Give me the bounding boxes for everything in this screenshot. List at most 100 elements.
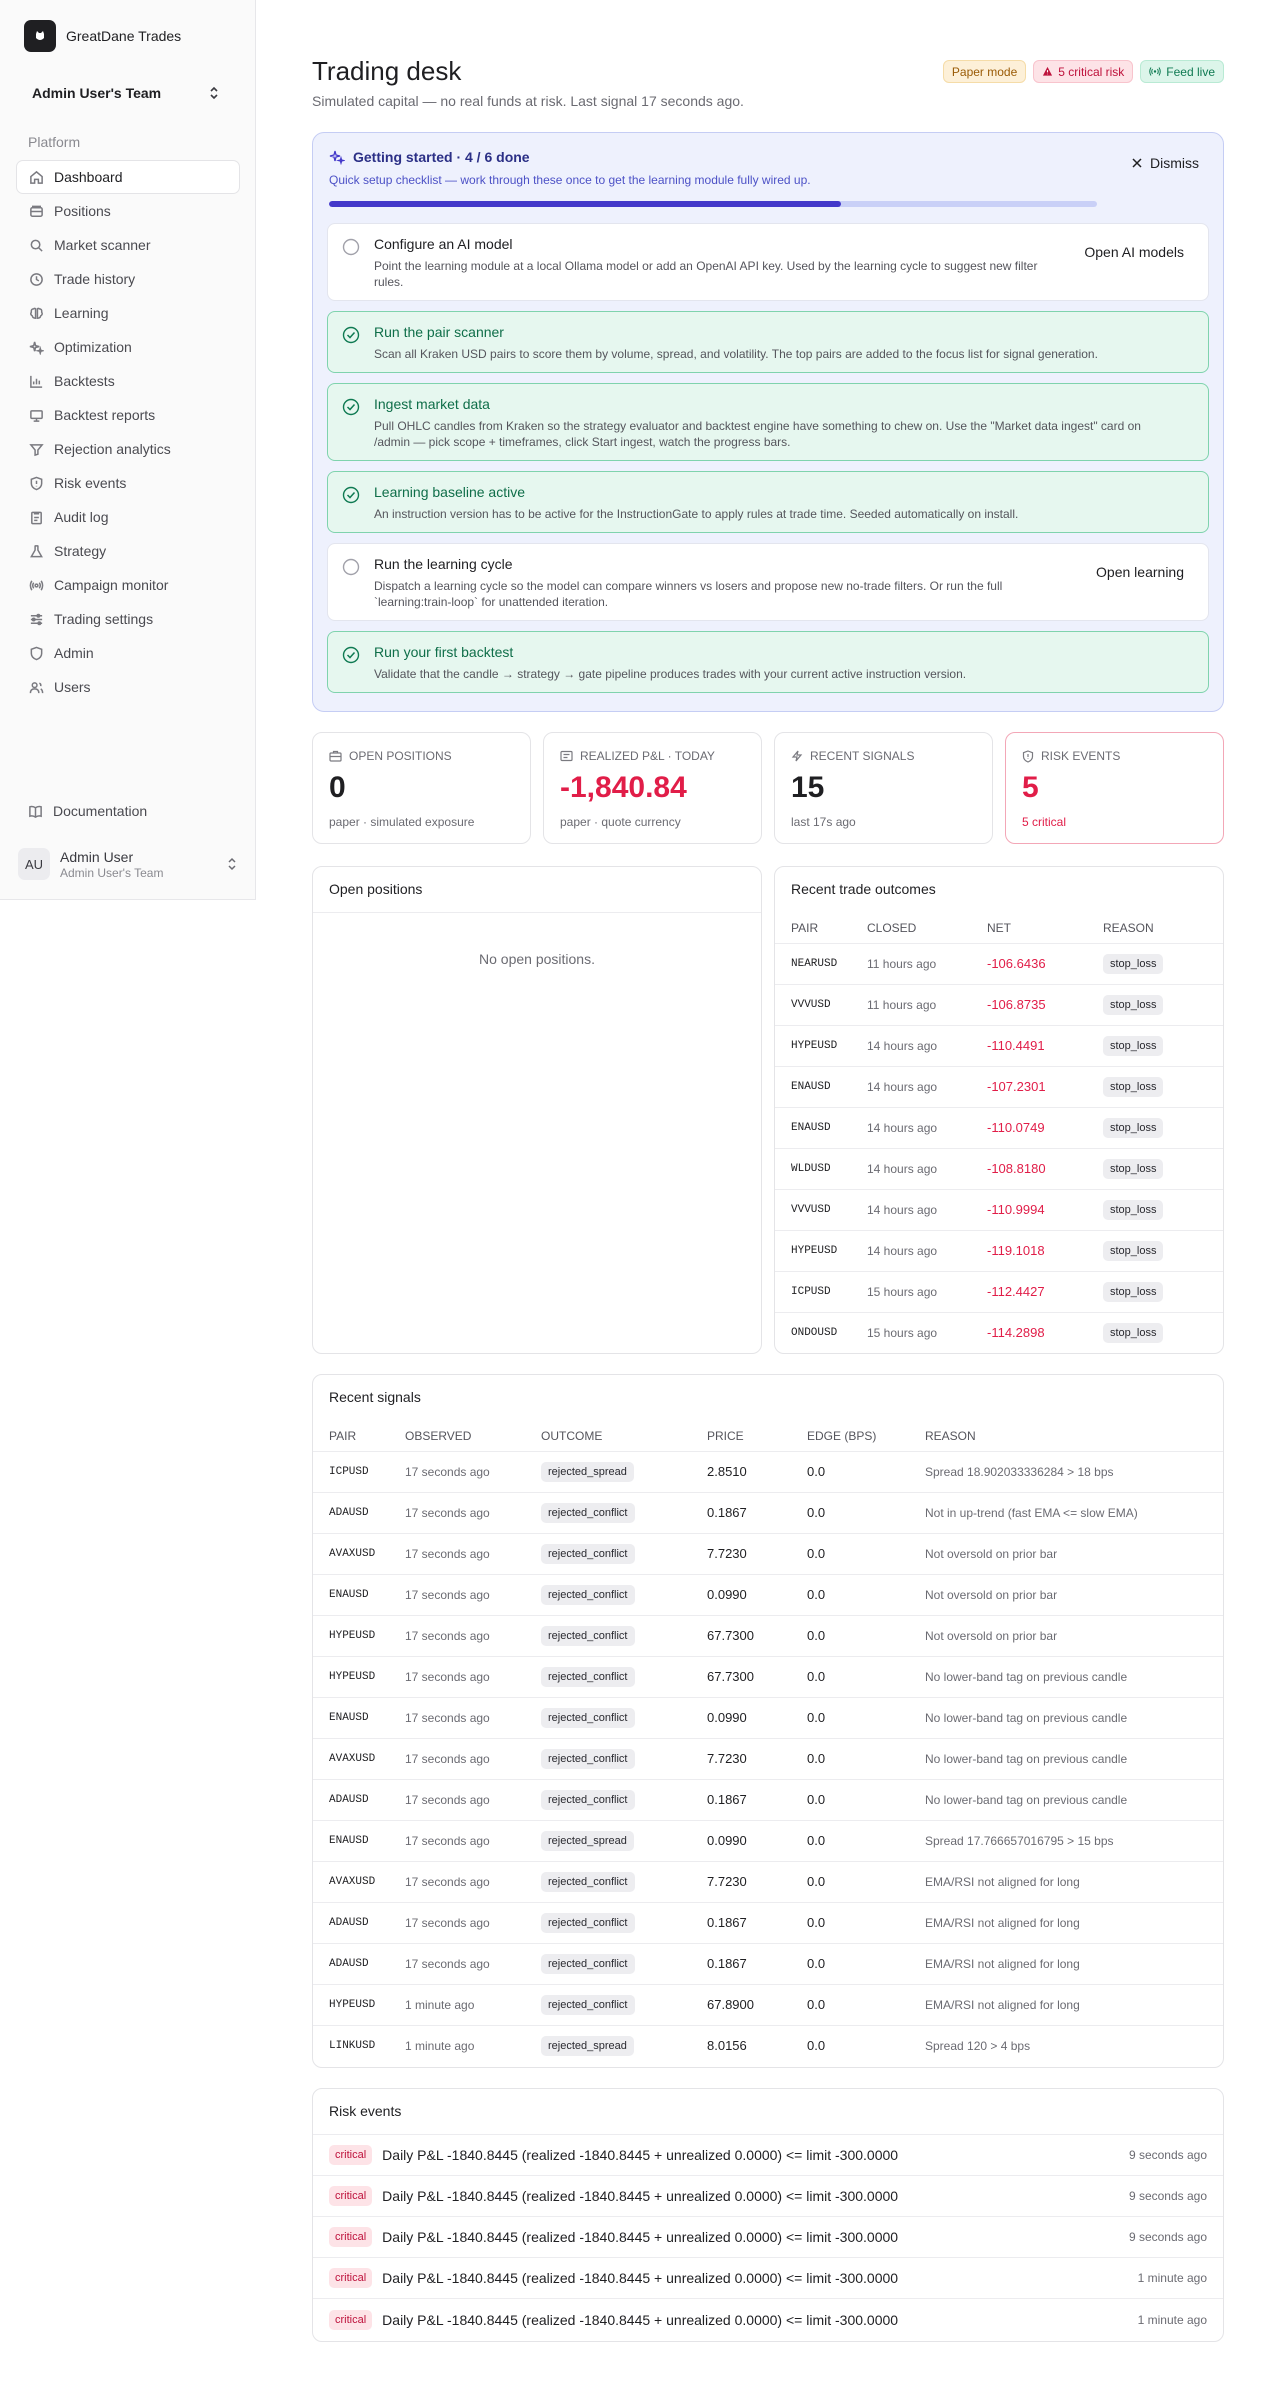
price-cell: 7.7230 xyxy=(707,1861,807,1903)
table-row[interactable]: ICPUSD 17 seconds ago rejected_spread 2.851… xyxy=(313,1451,1223,1493)
table-row[interactable]: LINKUSD 1 minute ago rejected_spread 8.0156… xyxy=(313,2025,1223,2066)
table-row[interactable]: VVVUSD 11 hours ago -106.8735 stop_loss xyxy=(775,984,1223,1026)
sidebar-item-audit-log[interactable]: Audit log xyxy=(16,500,240,534)
price-cell: 0.1867 xyxy=(707,1779,807,1821)
sidebar-nav: Dashboard Positions Market scanner Trade… xyxy=(16,160,240,704)
edge-cell: 0.0 xyxy=(807,1451,925,1493)
reason-cell: No lower-band tag on previous candle xyxy=(925,1697,1223,1739)
risk-event-row[interactable]: critical Daily P&L -1840.8445 (realized -… xyxy=(313,2258,1223,2299)
open-ai-models-button[interactable]: Open AI models xyxy=(1084,244,1184,260)
team-switcher[interactable]: Admin User's Team xyxy=(18,78,234,108)
risk-event-row[interactable]: critical Daily P&L -1840.8445 (realized -… xyxy=(313,2135,1223,2176)
sidebar-item-admin[interactable]: Admin xyxy=(16,636,240,670)
outcome-cell: rejected_conflict xyxy=(541,1738,707,1780)
reason-cell: Not oversold on prior bar xyxy=(925,1533,1223,1575)
net-cell: -114.2898 xyxy=(987,1325,1045,1341)
brand[interactable]: GreatDane Trades xyxy=(24,20,181,52)
table-row[interactable]: HYPEUSD 1 minute ago rejected_conflict 67.8… xyxy=(313,1984,1223,2026)
price-cell: 67.8900 xyxy=(707,1984,807,2026)
step-run-first-backtest: Run your first backtest Validate that th… xyxy=(327,631,1209,693)
sidebar-item-backtests[interactable]: Backtests xyxy=(16,364,240,398)
pair-cell: NEARUSD xyxy=(775,943,867,985)
sidebar-item-trade-history[interactable]: Trade history xyxy=(16,262,240,296)
critical-risk-badge[interactable]: 5 critical risk xyxy=(1033,60,1134,83)
table-row[interactable]: HYPEUSD 14 hours ago -119.1018 stop_loss xyxy=(775,1230,1223,1272)
sidebar-item-learning[interactable]: Learning xyxy=(16,296,240,330)
documentation-link[interactable]: Documentation xyxy=(16,794,240,828)
net-cell: -119.1018 xyxy=(987,1230,1103,1272)
open-learning-button[interactable]: Open learning xyxy=(1096,564,1184,580)
table-row[interactable]: HYPEUSD 17 seconds ago rejected_conflict 67… xyxy=(313,1656,1223,1698)
dismiss-button[interactable]: Dismiss xyxy=(1132,155,1199,171)
table-row[interactable]: AVAXUSD 17 seconds ago rejected_conflict 7.… xyxy=(313,1738,1223,1780)
table-row[interactable]: ENAUSD 17 seconds ago rejected_conflict 0.0… xyxy=(313,1697,1223,1739)
outcome-badge: rejected_conflict xyxy=(541,1625,635,1646)
table-row[interactable]: ENAUSD 17 seconds ago rejected_spread 0.099… xyxy=(313,1820,1223,1862)
net-cell: -108.8180 xyxy=(987,1148,1103,1190)
reason-cell: No lower-band tag on previous candle xyxy=(925,1779,1223,1821)
table-row[interactable]: HYPEUSD 14 hours ago -110.4491 stop_loss xyxy=(775,1025,1223,1067)
table-row[interactable]: ADAUSD 17 seconds ago rejected_conflict 0.1… xyxy=(313,1902,1223,1944)
table-row[interactable]: ENAUSD 14 hours ago -110.0749 stop_loss xyxy=(775,1107,1223,1149)
observed-cell: 17 seconds ago xyxy=(405,1656,541,1698)
outcome-badge: rejected_conflict xyxy=(541,1584,635,1605)
table-row[interactable]: NEARUSD 11 hours ago -106.6436 stop_loss xyxy=(775,943,1223,985)
panel-title: Open positions xyxy=(329,881,423,897)
table-row[interactable]: ENAUSD 14 hours ago -107.2301 stop_loss xyxy=(775,1066,1223,1108)
column-header: Pair xyxy=(775,913,867,944)
table-row[interactable]: VVVUSD 14 hours ago -110.9994 stop_loss xyxy=(775,1189,1223,1231)
user-menu[interactable]: AU Admin User Admin User's Team xyxy=(18,844,238,884)
step-description: Scan all Kraken USD pairs to score them … xyxy=(374,347,1098,361)
outcome-badge: rejected_conflict xyxy=(541,1994,635,2015)
outcome-badge: rejected_spread xyxy=(541,1461,634,1482)
sidebar-item-users[interactable]: Users xyxy=(16,670,240,704)
pair-cell: HYPEUSD xyxy=(313,1984,405,2026)
risk-event-row[interactable]: critical Daily P&L -1840.8445 (realized -… xyxy=(313,2217,1223,2258)
sidebar-item-campaign-monitor[interactable]: Campaign monitor xyxy=(16,568,240,602)
sidebar-item-risk-events[interactable]: Risk events xyxy=(16,466,240,500)
shield-alert-icon xyxy=(1022,749,1034,763)
pair-cell: AVAXUSD xyxy=(313,1533,405,1575)
table-row[interactable]: WLDUSD 14 hours ago -108.8180 stop_loss xyxy=(775,1148,1223,1190)
risk-time: 9 seconds ago xyxy=(1128,2148,1207,2162)
sidebar-item-strategy[interactable]: Strategy xyxy=(16,534,240,568)
table-row[interactable]: ADAUSD 17 seconds ago rejected_conflict 0.1… xyxy=(313,1779,1223,1821)
table-row[interactable]: AVAXUSD 17 seconds ago rejected_conflict 7.… xyxy=(313,1533,1223,1575)
pair-cell: HYPEUSD xyxy=(313,1615,405,1657)
sidebar: GreatDane Trades Admin User's Team Platf… xyxy=(0,0,256,900)
table-row[interactable]: ICPUSD 15 hours ago -112.4427 stop_loss xyxy=(775,1271,1223,1313)
sidebar-item-dashboard[interactable]: Dashboard xyxy=(16,160,240,194)
table-row[interactable]: ADAUSD 17 seconds ago rejected_conflict 0.1… xyxy=(313,1492,1223,1534)
table-row[interactable]: HYPEUSD 17 seconds ago rejected_conflict 67… xyxy=(313,1615,1223,1657)
sidebar-item-trading-settings[interactable]: Trading settings xyxy=(16,602,240,636)
empty-circle-icon xyxy=(342,238,360,256)
edge-cell: 0.0 xyxy=(807,1984,925,2026)
table-row[interactable]: ADAUSD 17 seconds ago rejected_conflict 0.1… xyxy=(313,1943,1223,1985)
edge-cell: 0.0 xyxy=(807,1943,925,1985)
stat-risk-events[interactable]: Risk events 5 5 critical xyxy=(1005,732,1224,844)
sidebar-item-rejection-analytics[interactable]: Rejection analytics xyxy=(16,432,240,466)
reason-cell: EMA/RSI not aligned for long xyxy=(925,1984,1223,2026)
reason-cell: stop_loss xyxy=(1103,1230,1223,1272)
sidebar-item-positions[interactable]: Positions xyxy=(16,194,240,228)
table-row[interactable]: ENAUSD 17 seconds ago rejected_conflict 0.0… xyxy=(313,1574,1223,1616)
filter-icon xyxy=(29,443,44,456)
sidebar-item-market-scanner[interactable]: Market scanner xyxy=(16,228,240,262)
table-row[interactable]: ONDOUSD 15 hours ago -114.2898 stop_loss xyxy=(775,1312,1223,1353)
step-run-pair-scanner: Run the pair scanner Scan all Kraken USD… xyxy=(327,311,1209,373)
sidebar-item-backtest-reports[interactable]: Backtest reports xyxy=(16,398,240,432)
table-row[interactable]: AVAXUSD 17 seconds ago rejected_conflict 7.… xyxy=(313,1861,1223,1903)
sliders-icon xyxy=(30,613,43,625)
risk-event-row[interactable]: critical Daily P&L -1840.8445 (realized -… xyxy=(313,2176,1223,2217)
reason-badge: stop_loss xyxy=(1103,1117,1164,1138)
step-title: Run the pair scanner xyxy=(374,324,504,340)
outcome-badge: rejected_conflict xyxy=(541,1912,635,1933)
edge-cell: 0.0 xyxy=(807,1533,925,1575)
sidebar-item-optimization[interactable]: Optimization xyxy=(16,330,240,364)
risk-event-row[interactable]: critical Daily P&L -1840.8445 (realized -… xyxy=(313,2299,1223,2340)
avatar: AU xyxy=(18,848,50,880)
panel-title: Recent trade outcomes xyxy=(791,881,936,897)
pair-cell: WLDUSD xyxy=(775,1148,867,1190)
edge-cell: 0.0 xyxy=(807,1738,925,1780)
edge-cell: 0.0 xyxy=(807,1697,925,1739)
